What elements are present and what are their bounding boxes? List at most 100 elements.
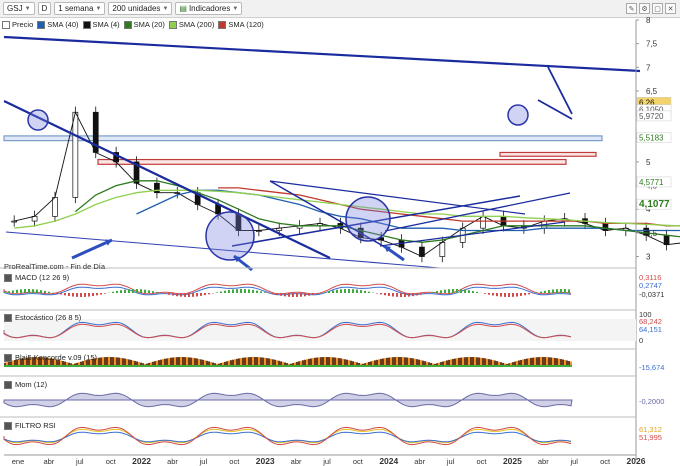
macd-hist-bar (552, 289, 554, 293)
koncorde-bar (320, 357, 322, 366)
macd-hist-bar (132, 289, 134, 293)
mom-title-text: Mom (12) (15, 380, 48, 389)
macd-hist-bar (380, 293, 382, 295)
blai-title: Blai5 Koncorde v.09 (15) (4, 353, 97, 362)
macd-hist-bar (72, 293, 74, 297)
macd-hist-bar (544, 290, 546, 293)
macd-hist-bar (172, 293, 174, 296)
koncorde-bar (544, 357, 546, 366)
macd-hist-bar (120, 290, 122, 293)
koncorde-bar (310, 358, 312, 366)
macd-hist-bar (272, 293, 274, 295)
macd-hist-bar (564, 289, 566, 293)
macd-hist-bar (416, 293, 418, 296)
macd-hist-bar (148, 290, 150, 293)
momentum-area (3, 392, 573, 408)
koncorde-bar (198, 358, 200, 366)
macd-hist-bar (112, 291, 114, 293)
koncorde-bar (534, 357, 536, 366)
macd-hist-bar (352, 289, 354, 293)
macd-hist-bar (204, 293, 206, 296)
mom-title: Mom (12) (4, 380, 47, 389)
candle-body (480, 215, 486, 229)
macd-hist-bar (256, 290, 258, 293)
koncorde-bar (314, 357, 316, 366)
koncorde-bar (168, 358, 170, 366)
macd-hist-bar (48, 291, 50, 293)
macd-hist-bar (288, 293, 290, 297)
macd-hist-bar (472, 291, 474, 293)
price-tick-label: 5 (646, 158, 651, 167)
macd-hist-bar (312, 293, 314, 295)
macd-hist-bar (540, 291, 542, 293)
panel-swatch (4, 380, 12, 389)
rsi-title-text: FILTRO RSI (15, 421, 56, 430)
koncorde-bar (318, 357, 320, 366)
macd-hist-bar (156, 292, 158, 293)
x-tick-label: oct (353, 457, 364, 466)
koncorde-bar (122, 358, 124, 366)
koncorde-bar (176, 357, 178, 366)
panel-value-label: 51,995 (639, 433, 662, 442)
highlight-circle (205, 211, 255, 261)
koncorde-bar (556, 358, 558, 366)
blai-title-text: Blai5 Koncorde v.09 (15) (15, 353, 97, 362)
macd-hist-bar (180, 293, 182, 297)
macd-hist-bar (248, 289, 250, 293)
koncorde-bar (460, 357, 462, 366)
koncorde-bar (316, 357, 318, 366)
highlight-circle (345, 196, 391, 242)
macd-hist-bar (232, 289, 234, 293)
koncorde-bar (480, 357, 482, 366)
macd-hist-bar (488, 293, 490, 295)
macd-hist-bar (88, 293, 90, 297)
koncorde-bar (234, 359, 236, 366)
koncorde-bar (402, 357, 404, 366)
koncorde-bar (182, 357, 184, 366)
stoch-title: Estocástico (26 8 5) (4, 313, 81, 322)
x-tick-label: 2025 (503, 456, 522, 466)
koncorde-bar (334, 357, 336, 366)
koncorde-bar (478, 357, 480, 366)
macd-hist-bar (384, 293, 386, 296)
koncorde-bar (106, 357, 108, 366)
koncorde-bar (328, 357, 330, 366)
koncorde-bar (244, 357, 246, 366)
macd-hist-bar (368, 291, 370, 293)
koncorde-bar (412, 358, 414, 366)
macd-hist-bar (424, 293, 426, 294)
macd-hist-bar (436, 291, 438, 293)
koncorde-bar (416, 359, 418, 366)
macd-hist-bar (512, 293, 514, 297)
koncorde-bar (100, 357, 102, 366)
x-tick-label: abr (291, 457, 302, 466)
koncorde-bar (250, 357, 252, 366)
x-tick-label: ene (12, 457, 25, 466)
macd-hist-bar (244, 289, 246, 293)
macd-hist-bar (492, 293, 494, 296)
macd-hist-bar (36, 289, 38, 293)
koncorde-bar (262, 357, 264, 366)
koncorde-bar (124, 358, 126, 366)
koncorde-bar (532, 357, 534, 366)
macd-hist-bar (92, 293, 94, 297)
x-tick-label: oct (229, 457, 240, 466)
koncorde-bar (340, 358, 342, 366)
x-tick-label: 2023 (256, 456, 275, 466)
highlight-circle (27, 109, 49, 131)
macd-title-text: MACD (12 26 9) (15, 273, 70, 282)
koncorde-bar (312, 358, 314, 366)
macd-hist-bar (152, 291, 154, 293)
macd-hist-bar (44, 290, 46, 293)
koncorde-bar (266, 358, 268, 366)
koncorde-bar (272, 359, 274, 366)
x-tick-label: abr (43, 457, 54, 466)
koncorde-bar (526, 358, 528, 366)
stoch-title-text: Estocástico (26 8 5) (15, 313, 82, 322)
macd-hist-bar (440, 290, 442, 293)
x-tick-label: 2024 (379, 456, 398, 466)
macd-hist-bar (396, 293, 398, 297)
macd-hist-bar (560, 289, 562, 293)
watermark: ProRealTime.com - Fin de Día (4, 262, 106, 271)
macd-hist-bar (144, 289, 146, 293)
